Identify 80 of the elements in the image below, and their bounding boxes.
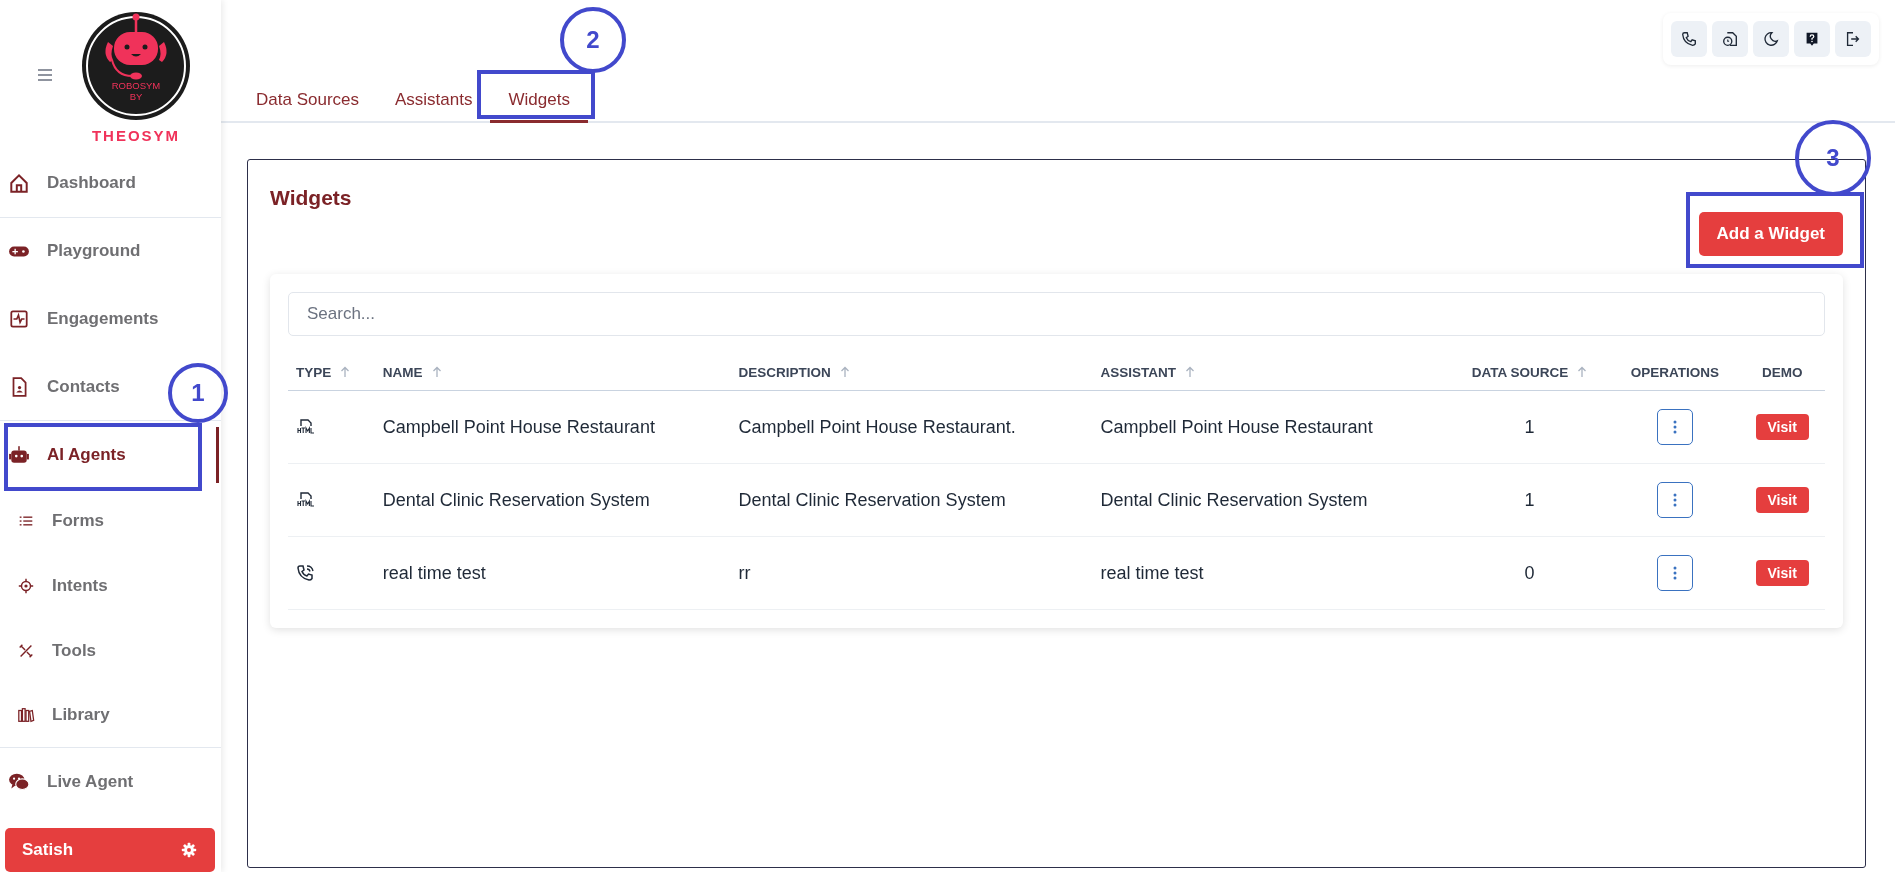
column-header[interactable]: TYPE: [296, 364, 351, 380]
toolbar-button[interactable]: [1753, 21, 1789, 57]
table-cell: Dental Clinic Reservation System: [738, 489, 1006, 510]
sidebar-item-label: AI Agents: [47, 444, 126, 465]
toolbar-button[interactable]: [1671, 21, 1707, 57]
visit-button[interactable]: Visit: [1755, 560, 1809, 586]
more-icon: [1673, 420, 1677, 434]
books-icon: [17, 706, 35, 725]
moon-icon: [1762, 30, 1780, 48]
logo-wordmark: THEOSYM: [90, 127, 182, 145]
sidebar-item[interactable]: Dashboard: [0, 149, 221, 218]
sidebar-item-label: Forms: [52, 511, 104, 532]
table-cell: Campbell Point House Restaurant: [1100, 416, 1373, 437]
sidebar-item[interactable]: Live Agent: [0, 748, 221, 817]
settings-icon[interactable]: [181, 842, 197, 859]
html-file-icon: [296, 490, 316, 510]
tab[interactable]: Assistants: [377, 90, 491, 123]
sidebar-item[interactable]: Intents: [0, 553, 221, 619]
column-header[interactable]: DESCRIPTION: [738, 364, 850, 380]
column-header: DEMO: [1761, 364, 1803, 380]
tools-icon: [17, 642, 35, 660]
sidebar-item-label: Intents: [52, 576, 108, 597]
menu-icon[interactable]: [36, 66, 54, 84]
table-cell: rr: [738, 562, 751, 583]
sidebar-item[interactable]: Tools: [0, 618, 221, 684]
operations-button[interactable]: [1657, 482, 1693, 518]
search-field[interactable]: Search...: [288, 292, 1825, 336]
more-icon: [1673, 493, 1677, 507]
sidebar-item-label: Tools: [52, 641, 97, 661]
step-number-marker: 2: [560, 7, 626, 73]
sidebar-item[interactable]: Engagements: [0, 285, 221, 354]
sidebar-item[interactable]: AI Agents: [0, 421, 221, 489]
table-cell: Campbell Point House Restaurant: [382, 416, 655, 437]
sidebar-item-label: Engagements: [47, 309, 159, 330]
tab[interactable]: Data Sources: [238, 90, 377, 123]
logout-icon: [1844, 30, 1862, 48]
toolbar-button[interactable]: [1712, 21, 1748, 57]
panel-title: Widgets: [270, 186, 352, 210]
robot-icon: [8, 443, 30, 466]
visit-button[interactable]: Visit: [1755, 414, 1809, 440]
operations-button[interactable]: [1657, 409, 1693, 445]
table-cell: Campbell Point House Restaurant.: [738, 416, 1016, 437]
sidebar-item[interactable]: Playground: [0, 217, 221, 286]
sidebar-item-label: Dashboard: [47, 173, 136, 194]
step-number-marker: 1: [168, 363, 228, 423]
table-cell: 0: [1524, 562, 1535, 583]
document-clock-icon: [1721, 30, 1739, 48]
html-file-icon: [296, 417, 316, 437]
more-icon: [1673, 566, 1677, 580]
toolbar-button[interactable]: [1794, 21, 1830, 57]
activity-icon: [8, 308, 30, 331]
table-cell: Dental Clinic Reservation System: [382, 489, 650, 510]
column-header[interactable]: ASSISTANT: [1100, 364, 1195, 380]
column-header[interactable]: DATA SOURCE: [1471, 364, 1588, 380]
target-icon: [17, 577, 35, 596]
visit-button[interactable]: Visit: [1755, 487, 1809, 513]
sidebar-item-label: Contacts: [47, 376, 120, 397]
logo-text: ROBOSYM: [111, 80, 161, 91]
home-icon: [8, 172, 30, 195]
sidebar-item[interactable]: Library: [0, 683, 221, 749]
table-cell: Dental Clinic Reservation System: [1100, 489, 1368, 510]
logo-text: BY: [129, 91, 143, 102]
user-button[interactable]: Satish: [5, 828, 215, 872]
sidebar-item-label: Playground: [47, 241, 141, 262]
add-widget-button[interactable]: Add a Widget: [1698, 212, 1843, 256]
sidebar-item-label: Library: [52, 705, 110, 726]
table-cell: 1: [1524, 416, 1535, 437]
sidebar-item[interactable]: Forms: [0, 488, 221, 554]
table-cell: 1: [1524, 489, 1535, 510]
sidebar-item-label: Live Agent: [47, 772, 134, 793]
column-header[interactable]: NAME: [382, 364, 442, 380]
tab[interactable]: Widgets: [490, 90, 588, 123]
phone-signal-icon: [296, 563, 316, 583]
table-cell: real time test: [1100, 562, 1204, 583]
phone-icon: [1680, 30, 1698, 48]
operations-button[interactable]: [1657, 555, 1693, 591]
toolbar-button[interactable]: [1835, 21, 1871, 57]
table-cell: real time test: [382, 562, 486, 583]
robot-logo-icon: [80, 10, 192, 122]
column-header: OPERATIONS: [1630, 364, 1720, 380]
